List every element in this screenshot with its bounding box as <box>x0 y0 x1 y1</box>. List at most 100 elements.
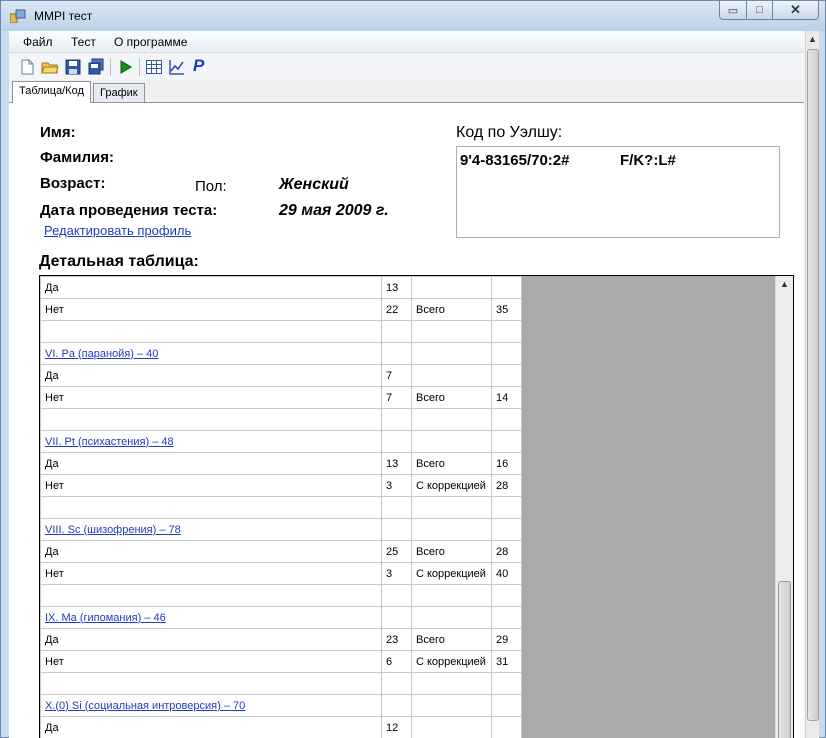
window-scrollbar-thumb[interactable] <box>807 49 819 721</box>
cell-text: 31 <box>496 655 509 668</box>
table-cell-c2 <box>381 672 412 695</box>
table-cell-c1: Да <box>40 628 382 651</box>
cell-text: С коррекцией <box>416 655 486 668</box>
window-title: MMPI тест <box>34 9 93 23</box>
table-cell-c1: Нет <box>40 386 382 409</box>
table-row: Да 25 Всего 28 <box>40 540 522 563</box>
table-cell-c1: Нет <box>40 650 382 673</box>
table-cell-c1: Нет <box>40 298 382 321</box>
welsh-code-validity: F/K?:L# <box>620 152 676 169</box>
scale-link[interactable]: VII. Pt (психастения) – 48 <box>45 436 174 448</box>
table-cell-c4 <box>491 364 522 387</box>
cell-text: 14 <box>496 391 509 404</box>
table-cell-c3 <box>411 320 492 343</box>
table-row: Да 13 Всего 16 <box>40 452 522 475</box>
tab-table-code[interactable]: Таблица/Код <box>12 81 91 103</box>
menu-file[interactable]: Файл <box>23 35 53 49</box>
scale-link[interactable]: IX. Ma (гипомания) – 46 <box>45 612 166 624</box>
table-cell-c2: 13 <box>381 276 412 299</box>
table-scrollbar[interactable]: ▲ <box>775 276 793 738</box>
cell-text: Нет <box>45 567 64 580</box>
menu-test[interactable]: Тест <box>71 35 96 49</box>
scale-header-row: VII. Pt (психастения) – 48 <box>40 430 522 453</box>
cell-text: Да <box>45 369 59 382</box>
edit-profile-link[interactable]: Редактировать профиль <box>44 223 191 238</box>
chart-icon[interactable] <box>168 58 186 76</box>
cell-text: С коррекцией <box>416 479 486 492</box>
table-row: Нет 7 Всего 14 <box>40 386 522 409</box>
table-cell-c1: X.(0) Si (социальная интроверсия) – 70 <box>40 694 382 717</box>
detail-table[interactable]: Да 13 Нет 22 Всего 35 VI. Pa (паранойя) – 40 Да… <box>39 275 794 738</box>
cell-text: 13 <box>386 281 399 294</box>
table-cell-c3: Всего <box>411 298 492 321</box>
table-cell-c3 <box>411 408 492 431</box>
cell-text: 28 <box>496 479 509 492</box>
table-cell-c2: 25 <box>381 540 412 563</box>
tab-strip: Таблица/Код График <box>9 81 804 103</box>
tab-chart[interactable]: График <box>93 83 145 103</box>
maximize-button[interactable]: □ <box>746 1 773 20</box>
table-cell-c4 <box>491 320 522 343</box>
table-row <box>40 496 522 519</box>
table-code-panel: Имя: Фамилия: Возраст: Пол: Женский Дата… <box>9 102 804 738</box>
new-file-icon[interactable] <box>18 58 36 76</box>
window-scrollbar[interactable]: ▲ <box>805 31 819 738</box>
table-cell-c1: Нет <box>40 562 382 585</box>
table-cell-c4: 14 <box>491 386 522 409</box>
table-cell-c3: С коррекцией <box>411 474 492 497</box>
table-row <box>40 672 522 695</box>
p-letter-icon[interactable]: P <box>193 56 211 75</box>
cell-text: Нет <box>45 655 64 668</box>
table-cell-c3 <box>411 694 492 717</box>
table-cell-c4: 29 <box>491 628 522 651</box>
table-cell-c4 <box>491 584 522 607</box>
table-cell-c4 <box>491 672 522 695</box>
scroll-up-arrow-icon[interactable]: ▲ <box>776 276 793 293</box>
table-cell-c2: 7 <box>381 364 412 387</box>
date-value: 29 мая 2009 г. <box>279 202 389 219</box>
menu-bar: Файл Тест О программе <box>9 31 804 53</box>
scale-link[interactable]: VIII. Sc (шизофрения) – 78 <box>45 524 181 536</box>
table-cell-c4 <box>491 518 522 541</box>
window-scroll-up-arrow-icon[interactable]: ▲ <box>806 31 819 48</box>
table-cell-c1: VI. Pa (паранойя) – 40 <box>40 342 382 365</box>
table-scrollbar-thumb[interactable] <box>778 581 791 738</box>
table-row: Нет 3 С коррекцией 40 <box>40 562 522 585</box>
welsh-code-label: Код по Уэлшу: <box>456 124 563 141</box>
scale-link[interactable]: VI. Pa (паранойя) – 40 <box>45 348 158 360</box>
welsh-code-box[interactable]: 9'4-83165/70:2# F/K?:L# <box>456 146 780 238</box>
save-icon[interactable] <box>64 58 82 76</box>
cell-text: Да <box>45 545 59 558</box>
table-cell-c4 <box>491 606 522 629</box>
cell-text: Всего <box>416 391 445 404</box>
menu-about[interactable]: О программе <box>114 35 187 49</box>
table-cell-c1 <box>40 496 382 519</box>
cell-text: 3 <box>386 567 393 580</box>
play-icon[interactable] <box>116 58 134 76</box>
table-cell-c2: 22 <box>381 298 412 321</box>
sex-value: Женский <box>279 176 349 193</box>
scale-link[interactable]: X.(0) Si (социальная интроверсия) – 70 <box>45 700 245 712</box>
table-cell-c2 <box>381 518 412 541</box>
close-button[interactable]: ✕ <box>772 1 819 20</box>
cell-text: 16 <box>496 457 509 470</box>
cell-text: 25 <box>386 545 399 558</box>
scale-header-row: VIII. Sc (шизофрения) – 78 <box>40 518 522 541</box>
cell-text: 29 <box>496 633 509 646</box>
save-all-icon[interactable] <box>87 58 105 76</box>
title-bar[interactable]: MMPI тест ▭ □ ✕ <box>1 1 825 31</box>
table-cell-c3 <box>411 276 492 299</box>
table-view-icon[interactable] <box>145 58 163 76</box>
detail-table-title: Детальная таблица: <box>39 253 199 270</box>
client-area: Файл Тест О программе P Таблица/Код Граф… <box>9 31 819 738</box>
cell-text: 6 <box>386 655 393 668</box>
table-cell-c2 <box>381 694 412 717</box>
table-row <box>40 584 522 607</box>
open-folder-icon[interactable] <box>41 58 59 76</box>
sex-label: Пол: <box>195 178 227 195</box>
minimize-button[interactable]: ▭ <box>719 1 747 20</box>
table-cell-c1 <box>40 672 382 695</box>
table-cell-c4: 35 <box>491 298 522 321</box>
table-row <box>40 408 522 431</box>
cell-text: Да <box>45 721 59 734</box>
